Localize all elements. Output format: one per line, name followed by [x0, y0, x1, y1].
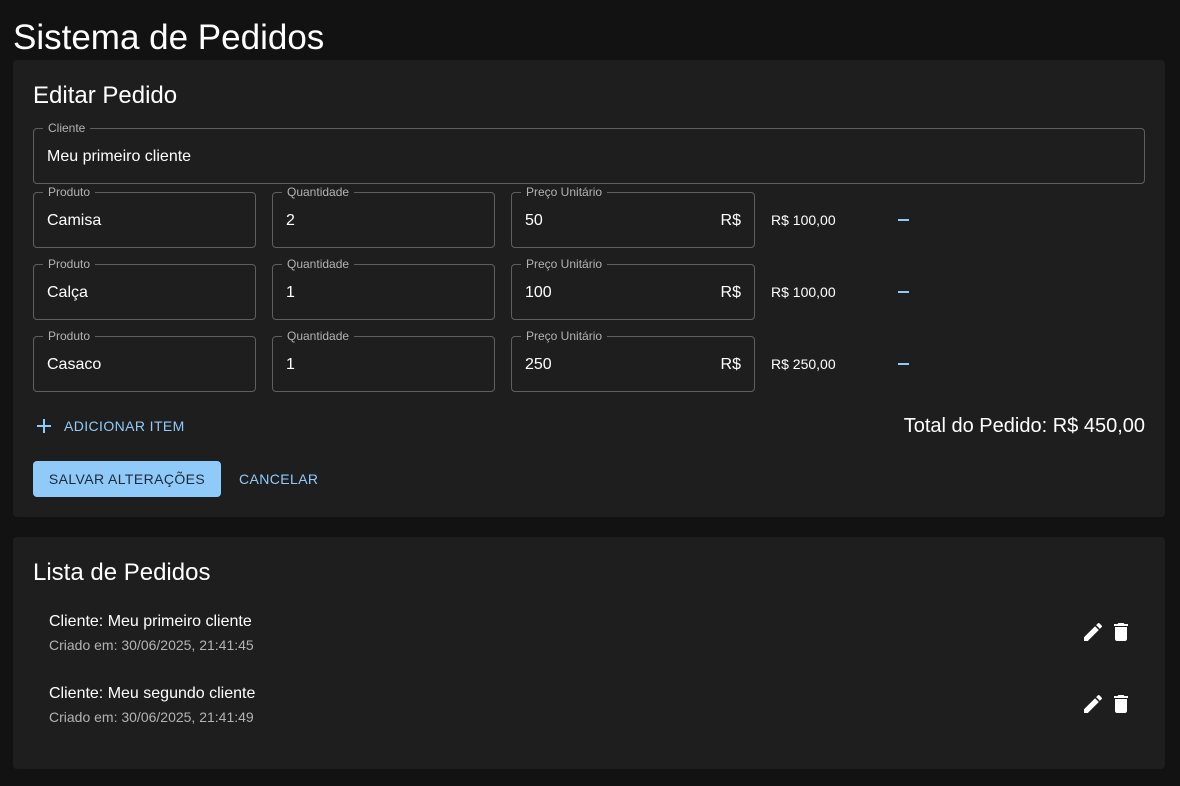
trash-icon	[1114, 695, 1128, 713]
pencil-icon	[1084, 694, 1103, 713]
edit-order-button[interactable]	[1081, 620, 1105, 644]
order-list-item: Cliente: Meu segundo cliente Criado em: …	[49, 682, 1129, 738]
edit-order-title: Editar Pedido	[33, 82, 178, 109]
unit-price-field[interactable]: Preço Unitário 250 R$	[511, 329, 755, 392]
product-field[interactable]: Produto Camisa	[33, 185, 256, 248]
quantity-field-label: Quantidade	[282, 257, 355, 271]
unit-price-field-label: Preço Unitário	[521, 185, 608, 199]
order-created-at: Criado em: 30/06/2025, 21:41:49	[49, 709, 254, 725]
add-item-button[interactable]: ADICIONAR ITEM	[37, 414, 185, 438]
client-field-value: Meu primeiro cliente	[47, 148, 192, 165]
quantity-field[interactable]: Quantidade 1	[272, 257, 495, 320]
unit-price-field-value: 250	[525, 356, 552, 373]
client-field-label: Cliente	[43, 121, 91, 135]
currency-adornment: R$	[720, 284, 741, 301]
order-client: Cliente: Meu primeiro cliente	[49, 613, 252, 630]
product-field-value: Casaco	[47, 356, 102, 373]
quantity-field[interactable]: Quantidade 1	[272, 329, 495, 392]
pencil-icon	[1084, 622, 1103, 641]
remove-item-button[interactable]	[893, 282, 913, 302]
order-created-at: Criado em: 30/06/2025, 21:41:45	[49, 637, 254, 653]
minus-icon	[898, 291, 909, 293]
cancel-button-label: CANCELAR	[239, 471, 319, 487]
quantity-field-value: 1	[286, 284, 295, 301]
product-field-label: Produto	[43, 185, 96, 199]
delete-order-button[interactable]	[1109, 620, 1133, 644]
save-changes-button[interactable]: SALVAR ALTERAÇÕES	[33, 461, 221, 497]
quantity-field[interactable]: Quantidade 2	[272, 185, 495, 248]
item-line-total: R$ 100,00	[771, 212, 836, 228]
unit-price-field-value: 50	[525, 212, 543, 229]
add-item-label: ADICIONAR ITEM	[64, 418, 185, 434]
remove-item-button[interactable]	[893, 210, 913, 230]
product-field-label: Produto	[43, 329, 96, 343]
unit-price-field-label: Preço Unitário	[521, 329, 608, 343]
edit-order-card: Editar Pedido Cliente Meu primeiro clien…	[13, 60, 1165, 517]
edit-order-button[interactable]	[1081, 692, 1105, 716]
item-line-total: R$ 250,00	[771, 356, 836, 372]
orders-list-title: Lista de Pedidos	[33, 559, 211, 586]
minus-icon	[898, 363, 909, 365]
cancel-button[interactable]: CANCELAR	[229, 461, 328, 497]
unit-price-field-label: Preço Unitário	[521, 257, 608, 271]
product-field-label: Produto	[43, 257, 96, 271]
client-field[interactable]: Cliente Meu primeiro cliente	[33, 121, 1145, 184]
plus-icon	[37, 419, 51, 433]
unit-price-field[interactable]: Preço Unitário 50 R$	[511, 185, 755, 248]
unit-price-field[interactable]: Preço Unitário 100 R$	[511, 257, 755, 320]
quantity-field-value: 2	[286, 212, 295, 229]
orders-list-card: Lista de Pedidos Cliente: Meu primeiro c…	[13, 537, 1165, 769]
order-total: Total do Pedido: R$ 450,00	[903, 415, 1145, 437]
quantity-field-label: Quantidade	[282, 329, 355, 343]
quantity-field-value: 1	[286, 356, 295, 373]
app-title: Sistema de Pedidos	[13, 18, 325, 57]
minus-icon	[898, 219, 909, 221]
currency-adornment: R$	[720, 356, 741, 373]
product-field-value: Camisa	[47, 212, 102, 229]
order-client: Cliente: Meu segundo cliente	[49, 685, 256, 702]
currency-adornment: R$	[720, 212, 741, 229]
unit-price-field-value: 100	[525, 284, 552, 301]
item-line-total: R$ 100,00	[771, 284, 836, 300]
product-field[interactable]: Produto Calça	[33, 257, 256, 320]
trash-icon	[1114, 623, 1128, 641]
quantity-field-label: Quantidade	[282, 185, 355, 199]
remove-item-button[interactable]	[893, 354, 913, 374]
product-field-value: Calça	[47, 284, 88, 301]
product-field[interactable]: Produto Casaco	[33, 329, 256, 392]
delete-order-button[interactable]	[1109, 692, 1133, 716]
order-list-item: Cliente: Meu primeiro cliente Criado em:…	[49, 610, 1129, 666]
